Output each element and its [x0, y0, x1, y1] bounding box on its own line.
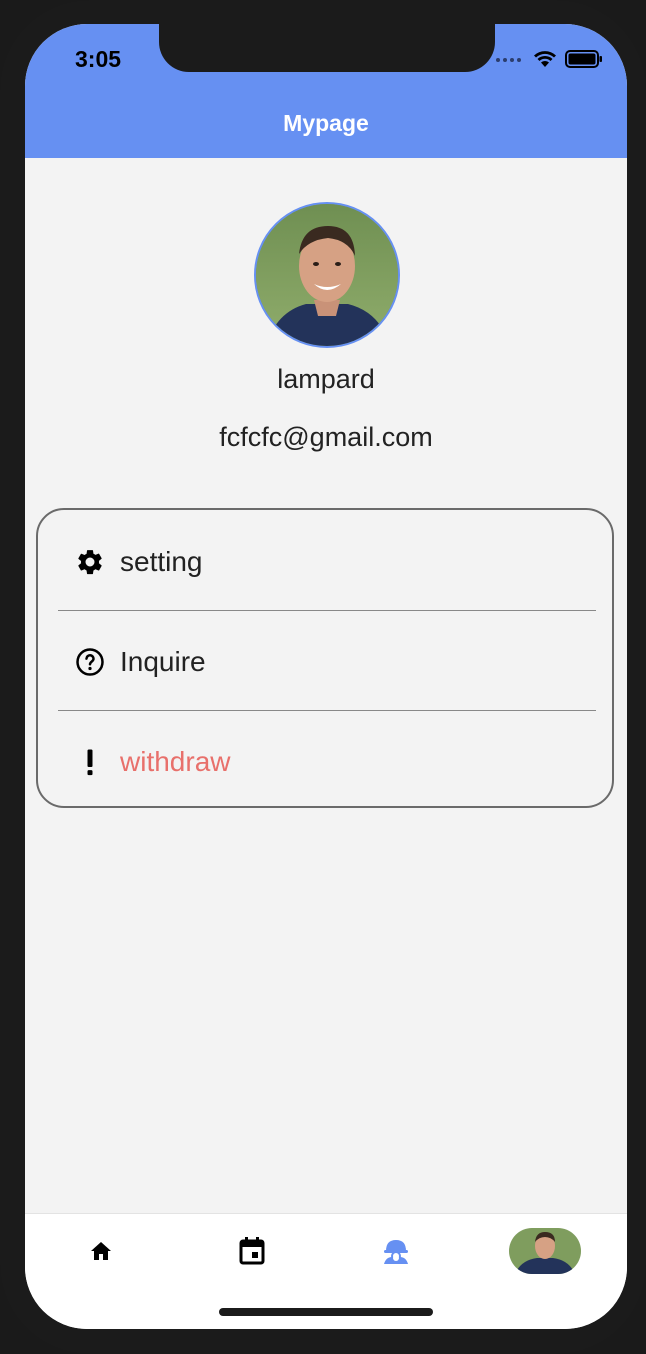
- home-indicator[interactable]: [219, 1308, 433, 1316]
- profile-email: fcfcfc@gmail.com: [219, 422, 433, 452]
- battery-icon: [565, 50, 602, 68]
- screen: 3:05 Mypage lampard fcfcfc@gmail.com set…: [25, 24, 627, 1329]
- tab-community[interactable]: [376, 1228, 416, 1274]
- tab-profile[interactable]: [509, 1228, 581, 1274]
- menu-divider: [58, 710, 596, 711]
- status-time: 3:05: [75, 46, 122, 72]
- tab-calendar[interactable]: [232, 1228, 272, 1274]
- profile-username: lampard: [277, 364, 375, 394]
- menu-item-label: Inquire: [120, 646, 206, 677]
- signal-icon: [496, 58, 521, 62]
- app-header: 3:05 Mypage: [25, 24, 627, 158]
- help-circle-icon: [74, 646, 106, 678]
- community-icon: [384, 1240, 408, 1264]
- page-title: Mypage: [283, 110, 369, 136]
- menu-item-label: setting: [120, 546, 203, 577]
- gear-icon: [74, 546, 106, 578]
- tab-home[interactable]: [81, 1228, 121, 1274]
- menu-item-setting[interactable]: setting: [58, 514, 596, 610]
- device-notch: [159, 24, 495, 72]
- menu-card: setting Inquire withdraw: [36, 508, 614, 808]
- exclamation-icon: [74, 746, 106, 778]
- calendar-icon: [239, 1237, 265, 1265]
- menu-item-label: withdraw: [120, 746, 231, 777]
- menu-item-withdraw[interactable]: withdraw: [58, 714, 596, 810]
- home-icon: [91, 1242, 111, 1260]
- profile-avatar: [509, 1228, 581, 1274]
- wifi-icon: [534, 51, 556, 67]
- profile-avatar: [254, 202, 400, 348]
- phone-frame: 3:05 Mypage lampard fcfcfc@gmail.com set…: [0, 0, 646, 1354]
- menu-item-inquire[interactable]: Inquire: [58, 614, 596, 710]
- status-icons: [495, 50, 603, 68]
- menu-divider: [58, 610, 596, 611]
